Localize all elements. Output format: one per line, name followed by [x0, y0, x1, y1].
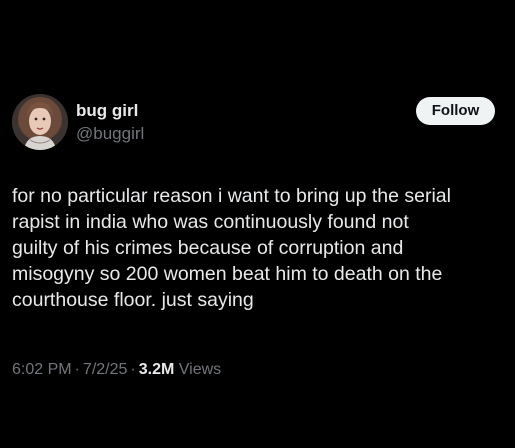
- tweet-meta: 6:02 PM · 7/2/25 · 3.2M Views: [12, 359, 221, 381]
- tweet-date[interactable]: 7/2/25: [83, 361, 127, 378]
- profile-photo-icon: [12, 94, 68, 150]
- tweet: bug girl @buggirl Follow for no particul…: [0, 0, 515, 448]
- tweet-text-line: rapist in india who was continuously fou…: [12, 211, 409, 233]
- tweet-header: bug girl @buggirl Follow: [12, 94, 503, 152]
- avatar[interactable]: [12, 94, 68, 150]
- tweet-text-line: misogyny so 200 women beat him to death …: [12, 263, 443, 285]
- tweet-text: for no particular reason i want to bring…: [12, 183, 505, 313]
- display-name[interactable]: bug girl: [76, 100, 144, 122]
- views-label: Views: [178, 361, 222, 378]
- follow-button[interactable]: Follow: [416, 97, 495, 125]
- meta-separator: ·: [74, 361, 80, 378]
- views-count[interactable]: 3.2M: [139, 361, 175, 378]
- handle[interactable]: @buggirl: [76, 123, 144, 145]
- meta-separator: ·: [130, 361, 136, 378]
- author-names: bug girl @buggirl: [76, 100, 144, 145]
- tweet-text-line: guilty of his crimes because of corrupti…: [12, 237, 404, 259]
- tweet-time[interactable]: 6:02 PM: [12, 361, 72, 378]
- tweet-text-line: for no particular reason i want to bring…: [12, 185, 451, 207]
- tweet-text-line: courthouse floor. just saying: [12, 289, 254, 311]
